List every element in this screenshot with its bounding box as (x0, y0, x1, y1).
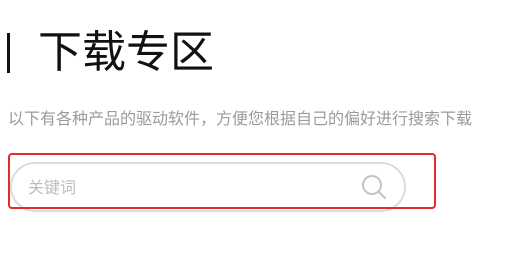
intro-text: 以下有各种产品的驱动软件，方便您根据自己的偏好进行搜索下载 (8, 109, 473, 128)
download-section: 下载专区 以下有各种产品的驱动软件，方便您根据自己的偏好进行搜索下载 (0, 0, 521, 256)
search-highlight-box (8, 153, 436, 209)
title-accent-bar (7, 33, 10, 73)
page-title: 下载专区 (38, 27, 214, 78)
